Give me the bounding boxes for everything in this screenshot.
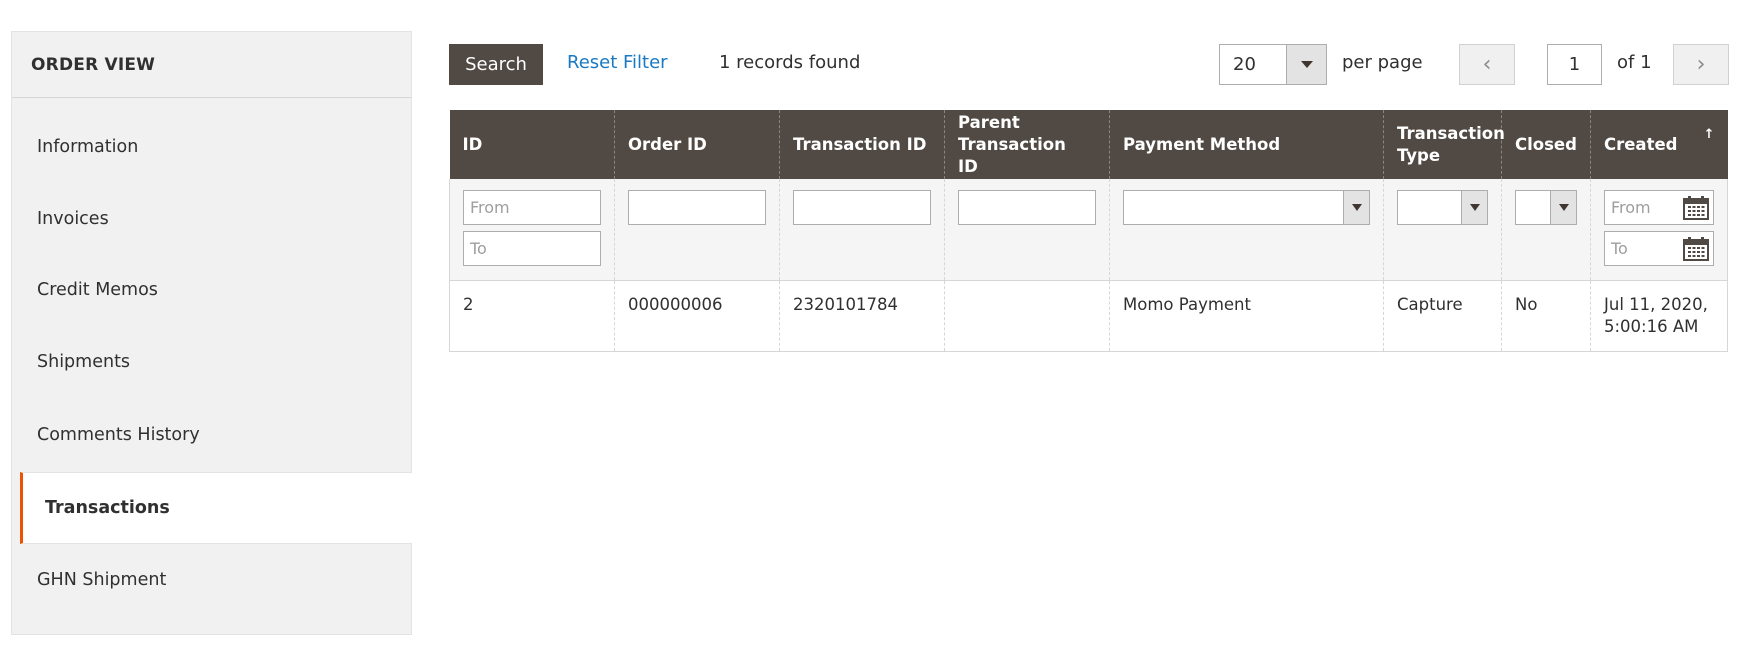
transaction-type-filter-select[interactable] bbox=[1397, 190, 1488, 225]
total-pages-label: of 1 bbox=[1617, 52, 1652, 73]
created-from-filter-input[interactable]: From bbox=[1604, 190, 1714, 225]
chevron-left-icon: ‹ bbox=[1482, 52, 1492, 77]
chevron-down-icon bbox=[1558, 204, 1569, 211]
transaction-id-filter-input[interactable] bbox=[793, 190, 931, 225]
sidebar-item-label: Invoices bbox=[37, 209, 109, 229]
created-time: 5:00:16 AM bbox=[1604, 316, 1699, 336]
id-to-filter-input[interactable]: To bbox=[463, 231, 601, 266]
table-row[interactable]: 2 000000006 2320101784 Momo Payment Capt… bbox=[449, 280, 1728, 352]
column-header-label: Closed bbox=[1515, 134, 1577, 154]
chevron-right-icon: › bbox=[1696, 52, 1706, 77]
column-header-id[interactable]: ID bbox=[449, 110, 615, 179]
per-page-select[interactable]: 20 bbox=[1219, 44, 1327, 85]
filter-cell-order-id bbox=[614, 179, 780, 281]
sidebar-item-information[interactable]: Information bbox=[12, 111, 411, 183]
grid-header-row: ID Order ID Transaction ID Parent Transa… bbox=[449, 110, 1728, 179]
filter-cell-transaction-id bbox=[779, 179, 945, 281]
created-date: Jul 11, 2020, bbox=[1604, 294, 1708, 314]
column-header-transaction-id[interactable]: Transaction ID bbox=[779, 110, 945, 179]
previous-page-button[interactable]: ‹ bbox=[1459, 44, 1515, 85]
transactions-grid: ID Order ID Transaction ID Parent Transa… bbox=[449, 110, 1728, 352]
cell-closed: No bbox=[1501, 280, 1591, 352]
search-button[interactable]: Search bbox=[449, 44, 543, 85]
column-header-label: Created bbox=[1604, 134, 1678, 154]
sidebar-item-label: Transactions bbox=[45, 498, 170, 518]
sidebar-item-transactions[interactable]: Transactions bbox=[20, 472, 412, 544]
column-header-label: Order ID bbox=[628, 134, 707, 154]
filter-cell-payment-method bbox=[1109, 179, 1384, 281]
cell-payment-method: Momo Payment bbox=[1109, 280, 1384, 352]
column-header-label: ID bbox=[462, 134, 483, 154]
per-page-value: 20 bbox=[1233, 54, 1256, 75]
cell-parent-transaction-id bbox=[944, 280, 1110, 352]
order-id-filter-input[interactable] bbox=[628, 190, 766, 225]
filter-cell-closed bbox=[1501, 179, 1591, 281]
chevron-down-icon bbox=[1351, 204, 1362, 211]
column-header-label: Payment Method bbox=[1123, 134, 1281, 154]
calendar-icon[interactable] bbox=[1683, 236, 1709, 261]
column-header-parent-transaction-id[interactable]: Parent Transaction ID bbox=[944, 110, 1110, 179]
records-found-count: 1 records found bbox=[719, 52, 861, 73]
cell-order-id: 000000006 bbox=[614, 280, 780, 352]
column-header-payment-method[interactable]: Payment Method bbox=[1109, 110, 1384, 179]
chevron-down-icon bbox=[1300, 61, 1313, 68]
filter-cell-created: From To bbox=[1590, 179, 1728, 281]
payment-method-filter-select[interactable] bbox=[1123, 190, 1370, 225]
column-header-label: Transaction ID bbox=[793, 134, 927, 154]
payment-method-select-toggle[interactable] bbox=[1343, 191, 1369, 224]
column-header-closed[interactable]: Closed bbox=[1501, 110, 1591, 179]
cell-transaction-id: 2320101784 bbox=[779, 280, 945, 352]
column-header-label: Transaction Type bbox=[1397, 123, 1505, 165]
id-from-filter-input[interactable]: From bbox=[463, 190, 601, 225]
per-page-label: per page bbox=[1342, 52, 1423, 73]
created-from-placeholder: From bbox=[1611, 198, 1651, 217]
filter-cell-transaction-type bbox=[1383, 179, 1502, 281]
sidebar-item-invoices[interactable]: Invoices bbox=[12, 183, 411, 255]
sidebar-item-comments-history[interactable]: Comments History bbox=[12, 399, 411, 471]
sidebar-item-label: Credit Memos bbox=[37, 280, 158, 300]
closed-select-toggle[interactable] bbox=[1550, 191, 1576, 224]
column-header-created[interactable]: Created ↑ bbox=[1590, 110, 1728, 179]
grid-filter-row: From To From To bbox=[449, 179, 1728, 281]
sidebar-item-label: Comments History bbox=[37, 425, 200, 445]
filter-cell-id: From To bbox=[449, 179, 615, 281]
sidebar-item-shipments[interactable]: Shipments bbox=[12, 326, 411, 398]
reset-filter-link[interactable]: Reset Filter bbox=[567, 52, 668, 73]
cell-created: Jul 11, 2020, 5:00:16 AM bbox=[1590, 280, 1728, 352]
closed-filter-select[interactable] bbox=[1515, 190, 1577, 225]
created-to-filter-input[interactable]: To bbox=[1604, 231, 1714, 266]
column-header-order-id[interactable]: Order ID bbox=[614, 110, 780, 179]
column-header-transaction-type[interactable]: Transaction Type bbox=[1383, 110, 1505, 179]
sidebar-item-ghn-shipment[interactable]: GHN Shipment bbox=[12, 544, 411, 616]
sidebar-item-label: Shipments bbox=[37, 352, 131, 372]
transaction-type-select-toggle[interactable] bbox=[1461, 191, 1487, 224]
parent-transaction-id-filter-input[interactable] bbox=[958, 190, 1096, 225]
created-to-placeholder: To bbox=[1611, 239, 1628, 258]
sidebar-item-credit-memos[interactable]: Credit Memos bbox=[12, 254, 411, 326]
cell-transaction-type: Capture bbox=[1383, 280, 1502, 352]
column-header-label: Parent Transaction ID bbox=[958, 112, 1066, 176]
current-page-input[interactable]: 1 bbox=[1547, 44, 1602, 85]
sidebar-item-label: Information bbox=[37, 137, 139, 157]
sidebar-title: ORDER VIEW bbox=[12, 32, 411, 98]
sort-ascending-icon: ↑ bbox=[1703, 126, 1715, 142]
per-page-toggle[interactable] bbox=[1286, 45, 1326, 84]
filter-cell-parent-transaction-id bbox=[944, 179, 1110, 281]
next-page-button[interactable]: › bbox=[1673, 44, 1729, 85]
calendar-icon[interactable] bbox=[1683, 195, 1709, 220]
chevron-down-icon bbox=[1469, 204, 1480, 211]
sidebar-item-label: GHN Shipment bbox=[37, 570, 167, 590]
cell-id: 2 bbox=[449, 280, 615, 352]
